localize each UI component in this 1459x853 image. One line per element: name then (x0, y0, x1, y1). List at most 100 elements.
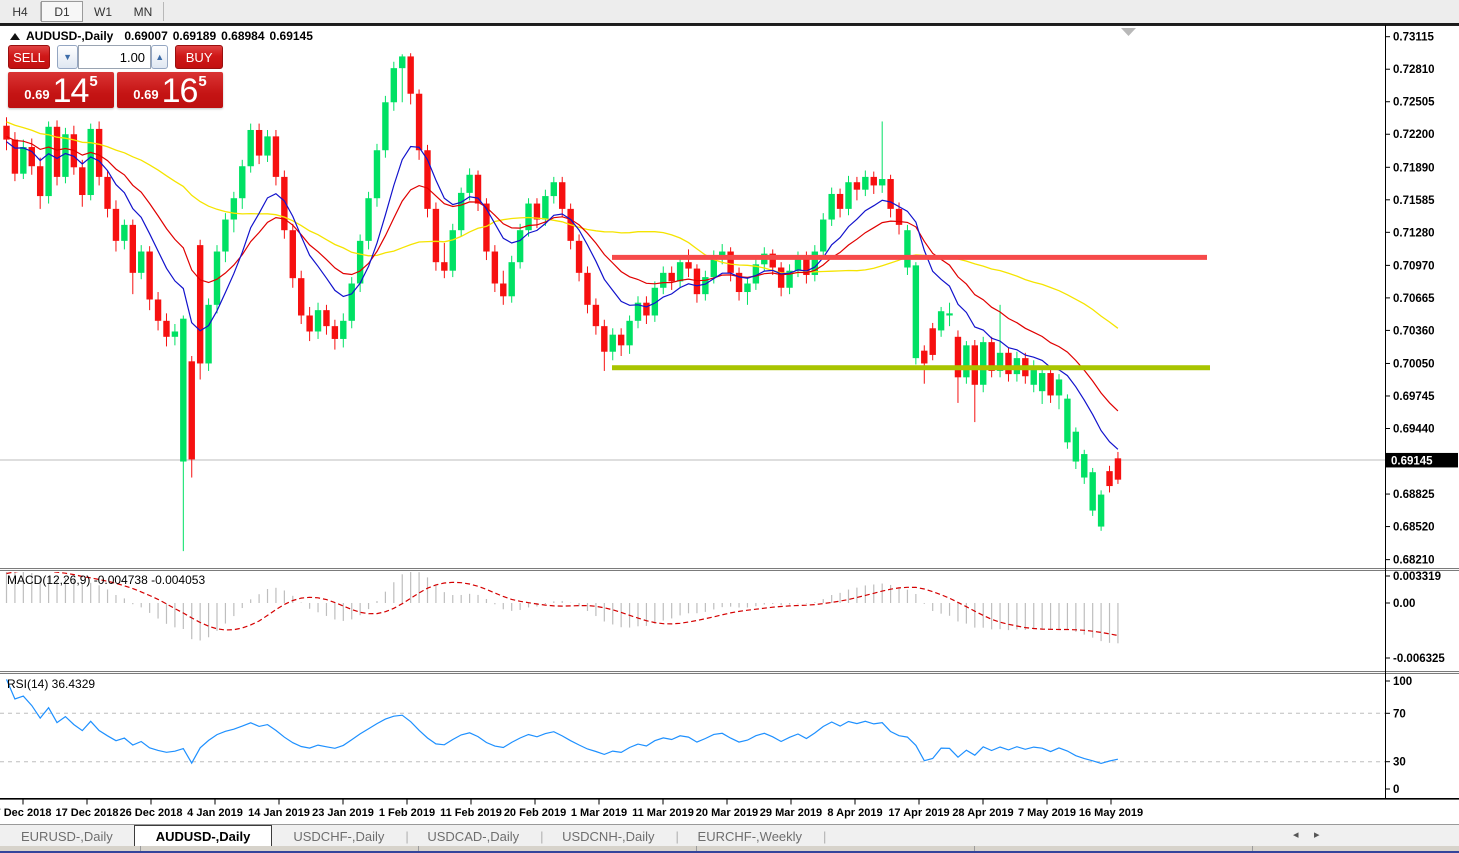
x-axis-label: 1 Mar 2019 (571, 807, 627, 819)
volume-increase-button[interactable]: ▲ (151, 45, 169, 69)
candle-up (542, 196, 549, 220)
chart-tab-eurchf[interactable]: EURCHF-,Weekly (677, 825, 824, 847)
candle-down (255, 129, 263, 156)
candle-down (129, 224, 136, 273)
candle-down (584, 272, 591, 305)
candle-up (963, 345, 970, 378)
tab-timeframe-h4[interactable]: H4 (0, 0, 40, 23)
ma-slow-line (6, 121, 1119, 329)
candle-up (609, 334, 616, 352)
chart-shift-marker-icon (1121, 28, 1136, 36)
timeframe-toolbar: H4 D1 W1 MN (0, 0, 1459, 23)
chart-tab-eurusd[interactable]: EURUSD-,Daily (0, 825, 134, 847)
candle-up (550, 182, 557, 197)
candle-down (188, 361, 195, 460)
toolbar-divider (163, 2, 164, 21)
x-axis-label: 20 Feb 2019 (504, 807, 566, 819)
candle-down (112, 208, 120, 241)
ohlc-values: 0.69007 0.69189 0.68984 0.69145 (119, 29, 313, 43)
high-value: 0.69189 (172, 29, 217, 43)
chart-tab-usdcad[interactable]: USDCAD-,Daily (406, 825, 540, 847)
candle-down (415, 93, 423, 151)
rsi-axis-label: 100 (1393, 676, 1412, 688)
buy-button[interactable]: BUY (175, 45, 223, 69)
price-axis-label: 0.68520 (1393, 522, 1435, 534)
chart-tab-usdchf[interactable]: USDCHF-,Daily (272, 825, 405, 847)
candle-up (828, 193, 835, 220)
x-axis-label: 20 Mar 2019 (696, 807, 758, 819)
candle-down (474, 174, 482, 204)
candle-up (626, 320, 633, 346)
candle-down (1005, 352, 1012, 375)
candle-down (407, 56, 414, 94)
collapse-triangle-icon[interactable] (10, 32, 20, 40)
price-axis-label: 0.72810 (1393, 64, 1435, 76)
candle-down (441, 262, 448, 271)
candle-up (180, 318, 187, 462)
candle-up (382, 102, 389, 151)
tab-timeframe-d1[interactable]: D1 (41, 1, 83, 22)
candle-down (853, 182, 861, 190)
candle-up (862, 176, 869, 190)
price-axis-label: 0.72200 (1393, 129, 1435, 141)
price-axis-label: 0.71890 (1393, 162, 1435, 174)
candle-down (592, 304, 600, 327)
candle-down (921, 350, 928, 364)
price-axis-label: 0.68210 (1393, 555, 1435, 567)
candle-down (836, 193, 844, 209)
candle-down (163, 320, 170, 337)
candle-down (272, 136, 280, 177)
sell-price-main: 14 (52, 72, 90, 110)
candle-down (1114, 458, 1122, 480)
candle-up (239, 166, 246, 199)
x-axis-label: 28 Apr 2019 (952, 807, 1013, 819)
candle-up (912, 265, 920, 359)
x-axis-label: 1 Feb 2019 (379, 807, 435, 819)
candle-down (895, 208, 903, 225)
tab-scroll-left-icon[interactable]: ◂ (1293, 824, 1299, 844)
chart-title: AUDUSD-,Daily 0.69007 0.69189 0.68984 0.691… (10, 29, 313, 43)
candle-down (323, 310, 330, 327)
buy-price-pip: 5 (198, 73, 207, 90)
candle-up (937, 311, 945, 331)
tab-scroll-right-icon[interactable]: ▸ (1314, 824, 1320, 844)
rsi-indicator-label: RSI(14) 36.4329 (7, 677, 96, 691)
candle-down (575, 240, 583, 273)
candle-up (171, 331, 179, 337)
candle-up (676, 262, 684, 282)
tab-timeframe-w1[interactable]: W1 (83, 0, 123, 23)
candle-down (929, 328, 936, 355)
chart-canvas[interactable]: 0.73115 0.72810 0.72505 0.72200 0.71890 0.715… (0, 0, 1459, 853)
candle-up (744, 283, 751, 293)
volume-decrease-button[interactable]: ▼ (57, 45, 79, 69)
candle-up (247, 129, 254, 167)
candle-down (146, 251, 153, 300)
macd-axis-label: 0.00 (1393, 598, 1415, 610)
candle-up (457, 192, 465, 231)
candle-up (230, 198, 238, 220)
chart-tab-usdcnh[interactable]: USDCNH-,Daily (541, 825, 675, 847)
rsi-axis-label: 70 (1393, 708, 1406, 720)
volume-input[interactable] (78, 45, 152, 69)
x-axis-label: 11 Mar 2019 (632, 807, 694, 819)
candle-up (138, 251, 145, 273)
candle-down (196, 245, 204, 364)
price-axis-label: 0.69745 (1393, 391, 1435, 403)
x-axis-label: 7 Dec 2018 (0, 807, 51, 819)
candle-down (533, 203, 541, 220)
sell-button[interactable]: SELL (8, 45, 50, 69)
candle-down (685, 262, 692, 269)
candle-down (601, 326, 608, 352)
sell-price-box[interactable]: 0.69 14 5 (8, 72, 114, 108)
rsi-axis-label: 0 (1393, 784, 1399, 796)
candle-down (887, 179, 894, 209)
chart-tab-audusd[interactable]: AUDUSD-,Daily (133, 825, 273, 847)
candle-up (466, 174, 473, 193)
tab-timeframe-mn[interactable]: MN (123, 0, 163, 23)
candle-up (390, 68, 398, 103)
candle-down (1047, 373, 1054, 396)
candle-up (314, 310, 322, 332)
buy-price-box[interactable]: 0.69 16 5 (117, 72, 223, 108)
candle-up (373, 150, 381, 199)
candle-down (289, 230, 296, 279)
